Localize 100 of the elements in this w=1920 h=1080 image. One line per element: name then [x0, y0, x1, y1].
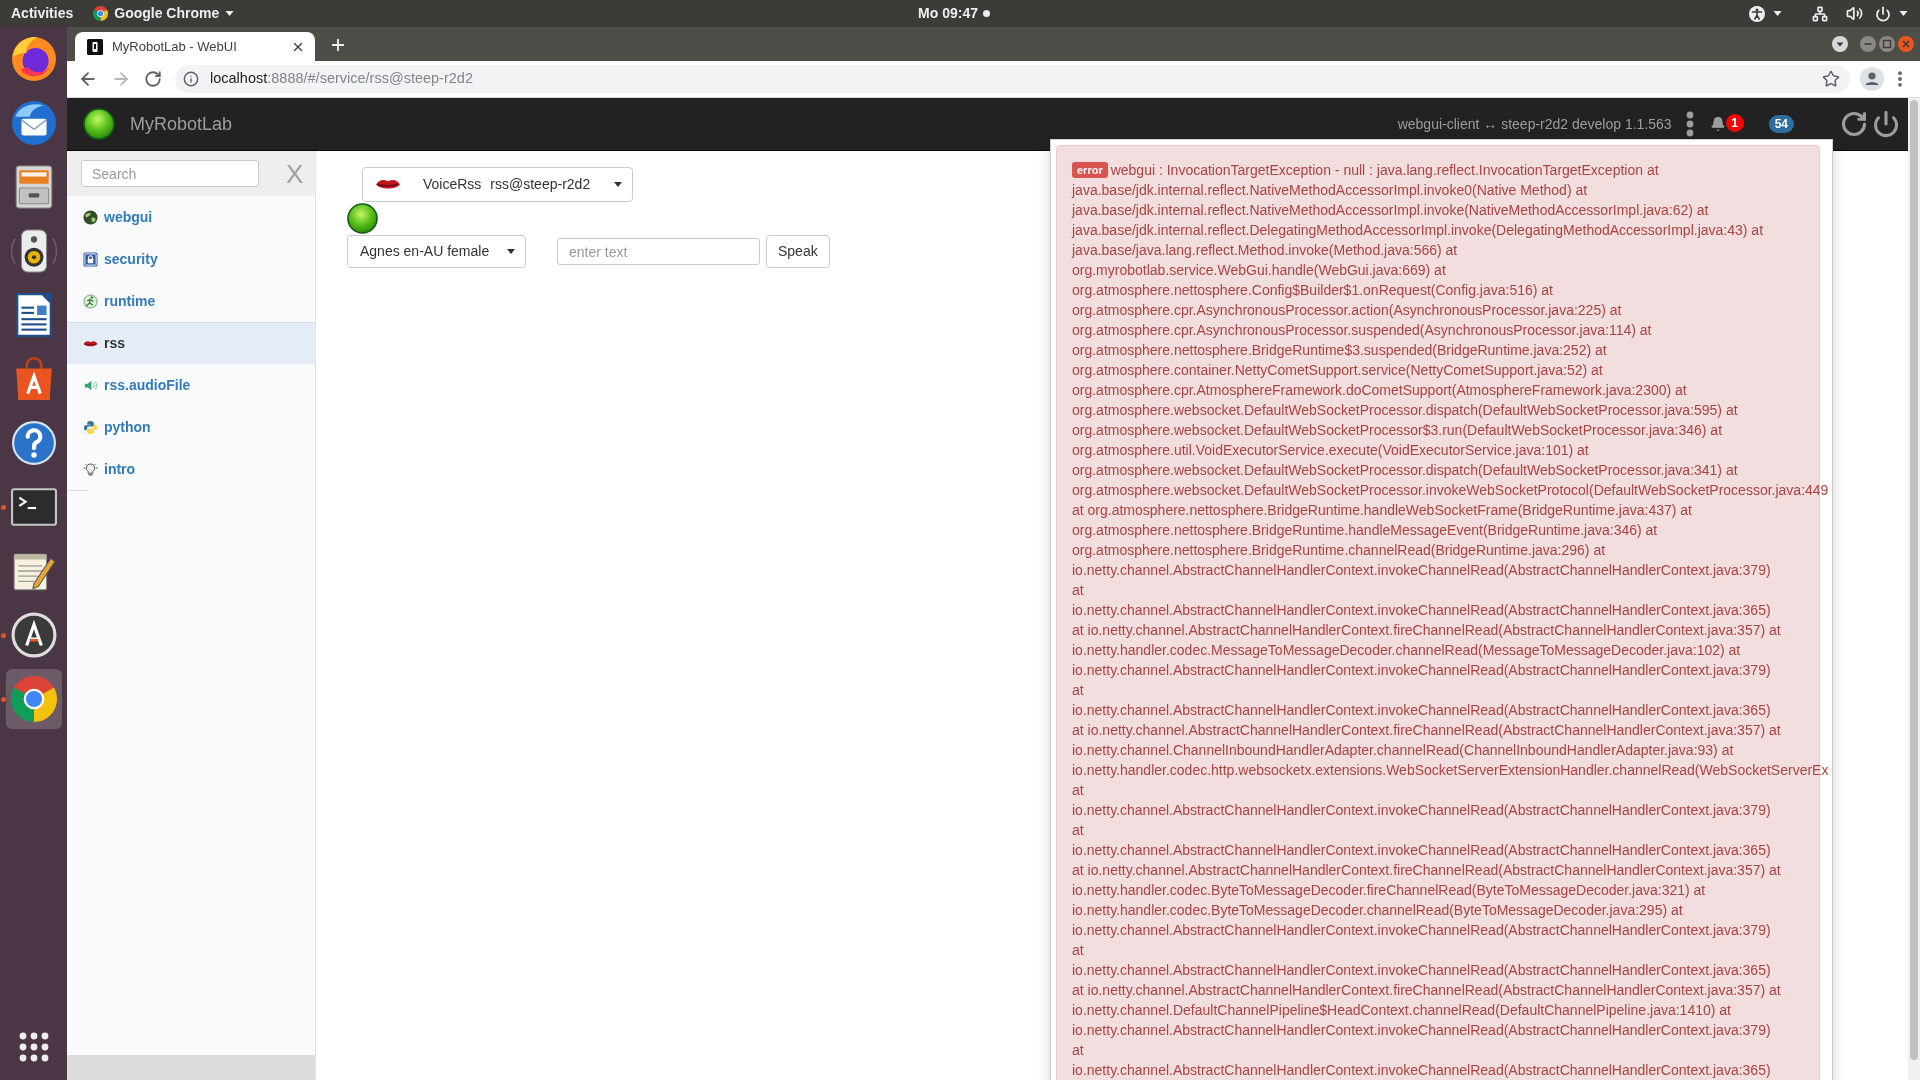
browser-logo-icon	[10, 676, 57, 722]
sidebar-item[interactable]: intro	[67, 448, 315, 490]
stack-trace-line: io.netty.channel.AbstractChannelHandlerContext.invokeChannelRead(AbstractChannelHandlerContext.java:365)	[1072, 601, 1771, 620]
maximize-icon[interactable]	[1879, 36, 1895, 52]
stack-trace-line: org.atmosphere.websocket.DefaultWebSocketProcessor.dispatch(DefaultWebSocketProcessor.java:595) at	[1072, 401, 1738, 420]
stack-trace-line: at org.atmosphere.nettosphere.BridgeRuntime.handleWebSocketFrame(BridgeRuntime.java:437) at	[1072, 501, 1692, 520]
dock-item[interactable]	[5, 669, 62, 729]
search-field[interactable]: Search	[81, 160, 259, 187]
lips-icon	[375, 178, 401, 191]
stack-trace-line: io.netty.handler.codec.MessageToMessageDecoder.channelRead(MessageToMessageDecoder.java:102) at	[1072, 641, 1741, 660]
stack-trace-line: org.atmosphere.cpr.AsynchronousProcessor.action(AsynchronousProcessor.java:225) at	[1072, 301, 1622, 320]
caret-icon	[614, 182, 622, 187]
stack-trace-line: at	[1072, 681, 1084, 700]
speak-button[interactable]: Speak	[766, 235, 830, 268]
stack-trace-line: at	[1072, 821, 1084, 840]
accessibility-icon[interactable]	[1749, 5, 1765, 22]
stack-trace-line: at io.netty.channel.AbstractChannelHandlerContext.fireChannelRead(AbstractChannelHandlerContext.java:357) at	[1072, 981, 1781, 1000]
more-vertical-icon[interactable]	[1685, 111, 1694, 137]
stack-trace-line: io.netty.channel.AbstractChannelHandlerContext.invokeChannelRead(AbstractChannelHandlerContext.java:379)	[1072, 561, 1771, 580]
notification-count-badge: 1	[1725, 114, 1744, 132]
lightbulb-icon	[83, 461, 98, 477]
reload-icon[interactable]	[144, 70, 162, 88]
power-icon[interactable]	[1872, 110, 1900, 138]
favicon-icon	[87, 38, 103, 55]
browser-logo-icon	[93, 6, 109, 21]
brand-title[interactable]: MyRobotLab	[130, 110, 233, 138]
stack-trace-line: org.atmosphere.websocket.DefaultWebSocketProcessor$3.run(DefaultWebSocketProcessor.java:346) at	[1072, 421, 1723, 440]
text-input-field[interactable]: enter text	[557, 238, 760, 265]
activities-button[interactable]: Activities	[11, 0, 74, 27]
site-info-icon[interactable]	[183, 71, 199, 87]
app-grid-icon[interactable]	[18, 1032, 49, 1062]
help-icon	[10, 420, 57, 466]
stack-trace-line: io.netty.handler.codec.ByteToMessageDecoder.fireChannelRead(ByteToMessageDecoder.java:321) at	[1072, 881, 1706, 900]
stack-trace-line: org.atmosphere.nettosphere.BridgeRuntime.channelRead(BridgeRuntime.java:296) at	[1072, 541, 1606, 560]
padlock-icon	[83, 251, 98, 267]
stack-trace-line: at	[1072, 781, 1084, 800]
stack-trace-line: at io.netty.channel.AbstractChannelHandlerContext.fireChannelRead(AbstractChannelHandlerContext.java:357) at	[1072, 861, 1781, 880]
stack-trace-line: org.atmosphere.nettosphere.BridgeRuntime.handleMessageEvent(BridgeRuntime.java:346) at	[1072, 521, 1658, 540]
sidebar-item[interactable]: rss	[67, 322, 315, 364]
refresh-icon[interactable]	[1840, 110, 1868, 138]
close-icon[interactable]	[1898, 36, 1914, 52]
stack-trace-line: io.netty.channel.AbstractChannelHandlerContext.invokeChannelRead(AbstractChannelHandlerContext.java:365)	[1072, 701, 1771, 720]
back-icon[interactable]	[78, 69, 98, 89]
minimize-icon[interactable]	[1860, 36, 1876, 52]
stack-trace-line: at	[1072, 941, 1084, 960]
sidebar-item[interactable]: webgui	[67, 196, 315, 238]
browser-tab[interactable]: MyRobotLab - WebUI	[75, 32, 315, 61]
stack-trace-line: io.netty.handler.codec.ByteToMessageDecoder.channelRead(ByteToMessageDecoder.java:295) at	[1072, 901, 1683, 920]
stack-trace-line: io.netty.channel.AbstractChannelHandlerContext.invokeChannelRead(AbstractChannelHandlerContext.java:379)	[1072, 801, 1771, 820]
flame-globe-icon	[10, 36, 57, 82]
message-count-badge: 54	[1768, 115, 1794, 133]
error-badge: error	[1072, 162, 1108, 178]
network-icon[interactable]	[1812, 5, 1828, 22]
stack-trace-line: io.netty.channel.DefaultChannelPipeline$HeadContext.channelRead(DefaultChannelPipeline.java:1410) at	[1072, 1001, 1731, 1020]
stack-trace-line: io.netty.channel.AbstractChannelHandlerContext.invokeChannelRead(AbstractChannelHandlerContext.java:379)	[1072, 921, 1771, 940]
stack-trace-line: java.base/jdk.internal.reflect.NativeMethodAccessorImpl.invoke0(Native Method) at	[1072, 181, 1588, 200]
stack-trace-line: io.netty.channel.AbstractChannelHandlerContext.invokeChannelRead(AbstractChannelHandlerContext.java:365)	[1072, 961, 1771, 980]
connection-status: webgui-client ↔ steep-r2d2 develop 1.1.563	[1397, 114, 1672, 134]
power-icon[interactable]	[1875, 5, 1891, 22]
address-bar[interactable]: localhost:8888/#/service/rss@steep-r2d2	[175, 65, 1850, 93]
status-light-icon	[347, 203, 378, 234]
stack-trace-line: org.atmosphere.websocket.DefaultWebSocketProcessor.dispatch(DefaultWebSocketProcessor.java:341) at	[1072, 461, 1738, 480]
stack-trace-line: java.base/java.lang.reflect.Method.invoke(Method.java:566) at	[1072, 241, 1458, 260]
stack-trace-line: java.base/jdk.internal.reflect.NativeMethodAccessorImpl.invoke(NativeMethodAccessorImpl.java:62) at	[1072, 201, 1709, 220]
stack-trace-line: org.atmosphere.container.NettyCometSupport.service(NettyCometSupport.java:52) at	[1072, 361, 1603, 380]
globe-icon	[83, 209, 98, 225]
sidebar-item[interactable]: runtime	[67, 280, 315, 322]
stack-trace-line: at	[1072, 1041, 1084, 1060]
service-dropdown[interactable]: VoiceRss rss@steep-r2d2	[362, 167, 633, 202]
stack-trace-line: at	[1072, 581, 1084, 600]
stack-trace-line: io.netty.channel.AbstractChannelHandlerContext.invokeChannelRead(AbstractChannelHandlerContext.java:379)	[1072, 661, 1771, 680]
tab-search-icon[interactable]	[1832, 36, 1848, 52]
sidebar-item[interactable]: rss.audioFile	[67, 364, 315, 406]
app-menu[interactable]: Google Chrome	[93, 0, 235, 27]
profile-avatar-icon[interactable]	[1860, 67, 1884, 91]
caret-icon	[1773, 11, 1782, 16]
update-circle-icon	[10, 612, 57, 658]
stack-trace-line: org.atmosphere.util.VoidExecutorService.execute(VoidExecutorService.java:101) at	[1072, 441, 1589, 460]
scrollbar-thumb[interactable]	[1910, 100, 1918, 1060]
stack-trace-line: io.netty.channel.AbstractChannelHandlerContext.invokeChannelRead(AbstractChannelHandlerContext.java:365)	[1072, 841, 1771, 860]
stack-trace-line: org.atmosphere.nettosphere.BridgeRuntime$3.suspended(BridgeRuntime.java:252) at	[1072, 341, 1607, 360]
stack-trace-line: org.atmosphere.cpr.AtmosphereFramework.doCometSupport(AtmosphereFramework.java:2300) at	[1072, 381, 1687, 400]
stack-trace-line: java.base/jdk.internal.reflect.DelegatingMethodAccessorImpl.invoke(DelegatingMethodAccessorImpl.java:43) at	[1072, 221, 1764, 240]
stack-trace-line: io.netty.channel.AbstractChannelHandlerContext.invokeChannelRead(AbstractChannelHandlerContext.java:365)	[1072, 1061, 1771, 1080]
sidebar-item[interactable]: python	[67, 406, 315, 448]
volume-icon[interactable]	[1846, 5, 1863, 22]
running-figure-icon	[83, 293, 98, 309]
caret-icon	[225, 11, 235, 16]
snake-logo-icon	[83, 419, 98, 435]
stack-trace-line: org.atmosphere.nettosphere.Config$Builder$1.onRequest(Config.java:516) at	[1072, 281, 1553, 300]
stack-trace-line: org.myrobotlab.service.WebGui.handle(WebGui.java:669) at	[1072, 261, 1446, 280]
stack-trace-line: io.netty.handler.codec.http.websocketx.extensions.WebSocketServerExtensionHandler.channelRead(WebSocketServerEx	[1072, 761, 1829, 780]
caret-icon	[1899, 11, 1908, 16]
bookmark-star-icon[interactable]	[1822, 70, 1840, 88]
stack-trace-line: at io.netty.channel.AbstractChannelHandlerContext.fireChannelRead(AbstractChannelHandlerContext.java:357) at	[1072, 621, 1781, 640]
new-tab-icon[interactable]	[329, 36, 347, 54]
clock[interactable]: Mo 09:47	[918, 3, 978, 24]
sidebar-item[interactable]: security	[67, 238, 315, 280]
voice-select[interactable]: Agnes en-AU female	[347, 235, 526, 268]
stack-trace-line: io.netty.channel.AbstractChannelHandlerContext.invokeChannelRead(AbstractChannelHandlerContext.java:379)	[1072, 1021, 1771, 1040]
